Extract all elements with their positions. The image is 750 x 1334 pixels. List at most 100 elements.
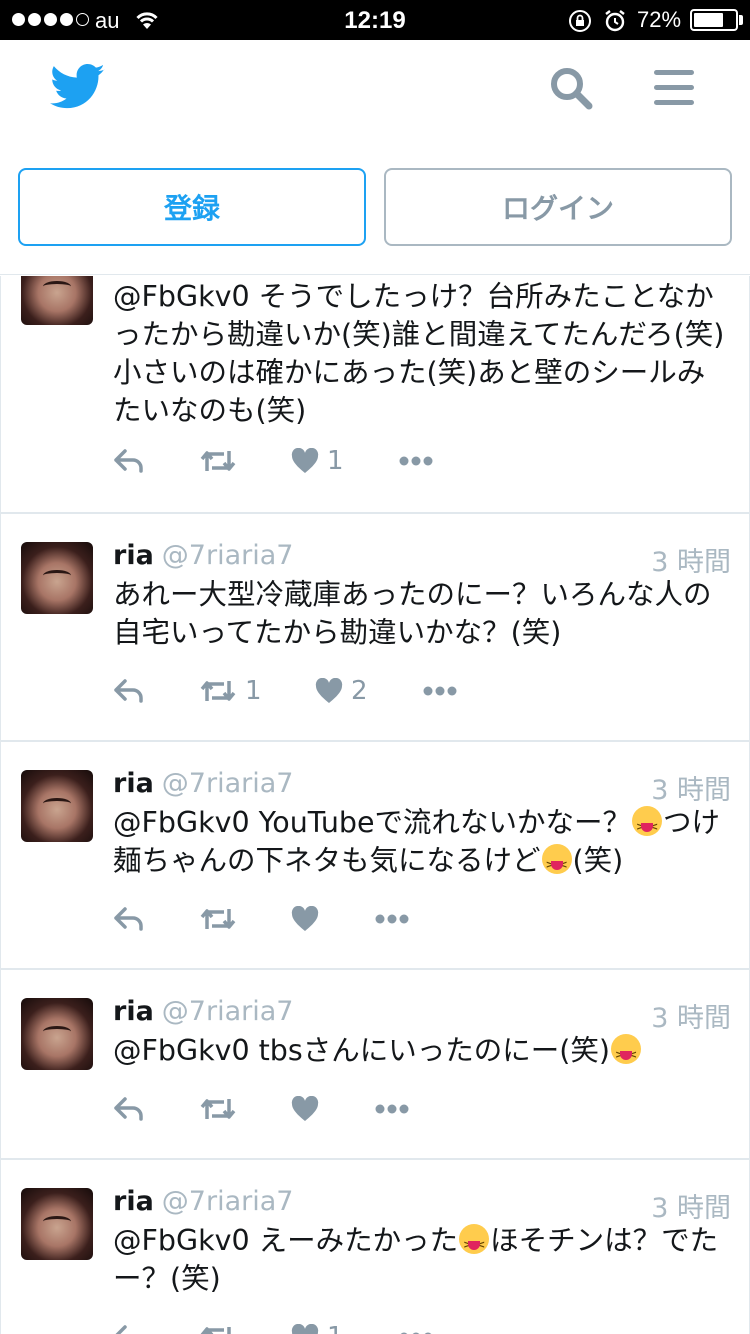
- more-icon: [375, 914, 409, 924]
- retweet-button[interactable]: [199, 1094, 245, 1124]
- retweet-icon: [200, 681, 236, 701]
- tweet-text-part: @FbGkv0 えーみたかった: [113, 1224, 459, 1257]
- tweet-text: @FbGkv0 えーみたかったほそチンは？でたー？(笑): [113, 1222, 733, 1298]
- tweet-text-part: @FbGkv0 tbsさんにいったのにー(笑): [113, 1034, 610, 1067]
- reply-icon: [114, 907, 143, 931]
- user-name[interactable]: ria: [113, 540, 154, 571]
- tongue-emoji-icon: [632, 806, 663, 846]
- like-button[interactable]: [291, 1094, 327, 1124]
- reply-button[interactable]: [113, 904, 145, 934]
- reply-icon: [114, 1097, 143, 1121]
- avatar[interactable]: [21, 770, 93, 842]
- like-count: 2: [351, 676, 368, 706]
- tongue-emoji-icon: [541, 844, 572, 884]
- battery-icon: [690, 9, 738, 31]
- reply-button[interactable]: [113, 446, 145, 476]
- like-button[interactable]: 2: [315, 676, 368, 706]
- retweet-icon: [200, 451, 236, 471]
- user-name[interactable]: ria: [113, 1186, 154, 1217]
- tweet-actions: [113, 904, 533, 934]
- like-count: 1: [327, 446, 344, 476]
- tweet-time[interactable]: 3 時間: [651, 768, 731, 807]
- user-handle[interactable]: @7riaria7: [162, 768, 294, 799]
- tweet-time[interactable]: 3 時間: [651, 1186, 731, 1225]
- search-icon[interactable]: [549, 66, 595, 116]
- heart-icon: [291, 1324, 319, 1334]
- reply-button[interactable]: [113, 1094, 145, 1124]
- like-button[interactable]: 1: [291, 1322, 344, 1334]
- avatar[interactable]: [21, 276, 93, 325]
- tweet-text-part: @FbGkv0 YouTubeで流れないかなー？: [113, 806, 632, 839]
- more-icon: [399, 456, 433, 466]
- user-handle[interactable]: @7riaria7: [162, 996, 294, 1027]
- user-handle[interactable]: @7riaria7: [162, 1186, 294, 1217]
- user-name[interactable]: ria: [113, 996, 154, 1027]
- tweet-feed[interactable]: @FbGkv0 そうでしたっけ？台所みたことなかったから勘違いか(笑)誰と間違え…: [0, 276, 750, 1334]
- top-nav: [0, 40, 750, 145]
- tweet-text: あれー大型冷蔵庫あったのにー？いろんな人の自宅いってたから勘違いかな？(笑): [113, 578, 712, 649]
- avatar[interactable]: [21, 542, 93, 614]
- more-button[interactable]: [423, 676, 457, 706]
- reply-icon: [115, 1325, 127, 1334]
- more-button[interactable]: [375, 1094, 409, 1124]
- tweet-actions: 1: [113, 446, 533, 476]
- reply-button[interactable]: [113, 676, 145, 706]
- heart-icon: [291, 906, 319, 931]
- heart-icon: [291, 448, 319, 473]
- reply-icon: [114, 449, 143, 473]
- tweet-actions: [113, 1094, 533, 1124]
- more-button[interactable]: [399, 1322, 433, 1334]
- tweet-header: ria @7riaria7 3 時間: [113, 996, 731, 1035]
- more-button[interactable]: [399, 446, 433, 476]
- alarm-icon: [603, 9, 627, 38]
- status-bar: au 12:19 72%: [0, 0, 750, 40]
- tweet-header: ria @7riaria7 3 時間: [113, 768, 731, 807]
- tweet[interactable]: ria @7riaria7 3 時間 @FbGkv0 tbsさんにいったのにー(笑…: [0, 970, 750, 1160]
- tweet-time[interactable]: 3 時間: [651, 996, 731, 1035]
- tweet-actions: 1 2: [113, 676, 533, 706]
- avatar[interactable]: [21, 998, 93, 1070]
- retweet-button[interactable]: [199, 1322, 245, 1334]
- reply-icon: [114, 679, 143, 703]
- tweet[interactable]: @FbGkv0 そうでしたっけ？台所みたことなかったから勘違いか(笑)誰と間違え…: [0, 276, 750, 514]
- like-button[interactable]: [291, 904, 327, 934]
- more-icon: [423, 686, 457, 696]
- twitter-bird-icon[interactable]: [49, 64, 106, 114]
- retweet-button[interactable]: 1: [199, 676, 262, 706]
- retweet-icon: [200, 1327, 231, 1334]
- tweet[interactable]: ria @7riaria7 3 時間 @FbGkv0 YouTubeで流れないかな…: [0, 742, 750, 970]
- signup-button[interactable]: 登録: [18, 168, 366, 246]
- tongue-emoji-icon: [459, 1224, 490, 1264]
- menu-icon[interactable]: [654, 70, 694, 115]
- retweet-button[interactable]: [199, 904, 245, 934]
- auth-bar: 登録 ログイン: [0, 145, 750, 275]
- battery-percent: 72%: [637, 7, 682, 32]
- login-button[interactable]: ログイン: [384, 168, 732, 246]
- heart-icon: [291, 1096, 319, 1121]
- retweet-icon: [200, 1099, 236, 1119]
- tweet[interactable]: ria @7riaria7 3 時間 @FbGkv0 えーみたかったほそチンは？で…: [0, 1160, 750, 1334]
- tweet-text: @FbGkv0 YouTubeで流れないかなー？つけ麺ちゃんの下ネタも気になるけ…: [113, 804, 733, 884]
- tweet-actions: 1: [113, 1322, 533, 1334]
- tweet-text-part: (笑): [572, 844, 624, 877]
- reply-button[interactable]: [113, 1322, 145, 1334]
- retweet-button[interactable]: [199, 446, 245, 476]
- retweet-icon: [200, 909, 236, 929]
- heart-icon: [315, 678, 343, 703]
- tweet[interactable]: ria @7riaria7 3 時間 あれー大型冷蔵庫あったのにー？いろんな人の自…: [0, 514, 750, 742]
- orientation-lock-icon: [568, 9, 592, 38]
- tweet-text: @FbGkv0 そうでしたっけ？台所みたことなかったから勘違いか(笑)誰と間違え…: [113, 280, 725, 427]
- tweet-text: @FbGkv0 tbsさんにいったのにー(笑): [113, 1032, 733, 1074]
- user-name[interactable]: ria: [113, 768, 154, 799]
- tongue-emoji-icon: [610, 1034, 641, 1074]
- tweet-time[interactable]: 3 時間: [651, 540, 731, 579]
- tweet-header: ria @7riaria7 3 時間: [113, 540, 731, 579]
- retweet-count: 1: [245, 676, 262, 706]
- tweet-header: ria @7riaria7 3 時間: [113, 1186, 731, 1225]
- like-button[interactable]: 1: [291, 446, 344, 476]
- like-count: 1: [327, 1322, 344, 1334]
- more-button[interactable]: [375, 904, 409, 934]
- more-icon: [375, 1104, 409, 1114]
- user-handle[interactable]: @7riaria7: [162, 540, 294, 571]
- avatar[interactable]: [21, 1188, 93, 1260]
